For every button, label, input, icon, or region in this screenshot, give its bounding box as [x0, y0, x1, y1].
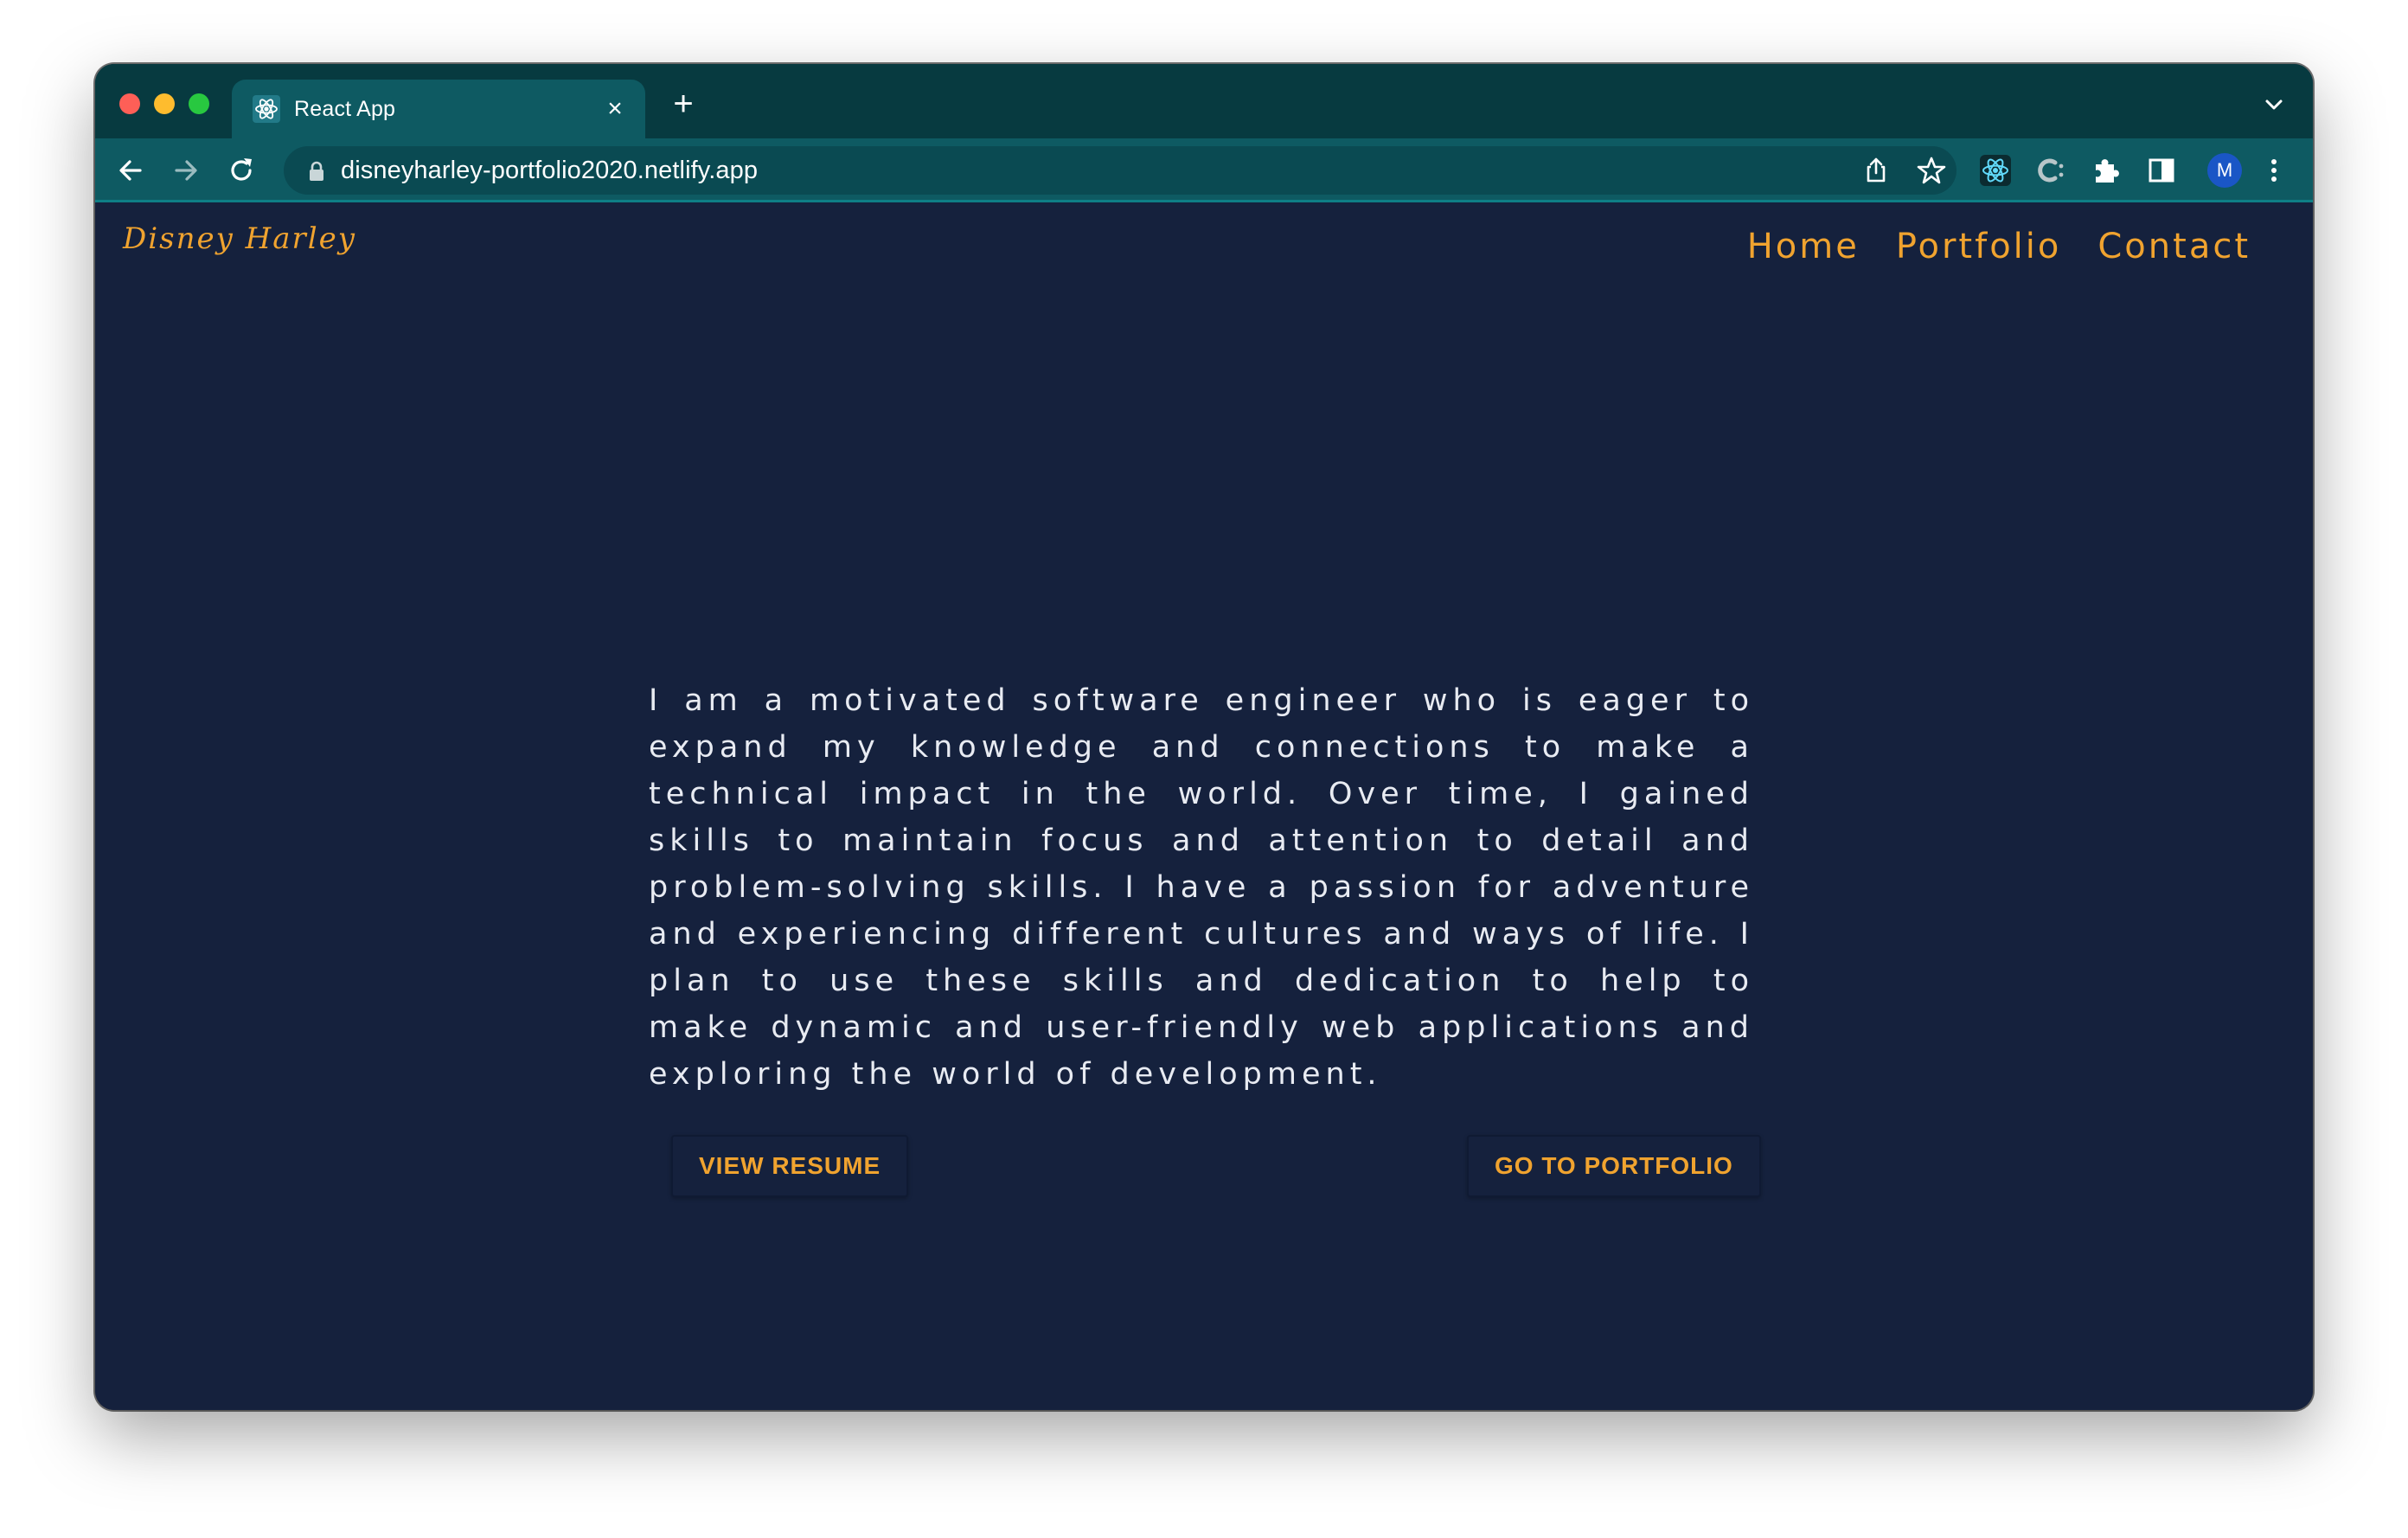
new-tab-icon[interactable]: + — [666, 87, 701, 121]
nav-portfolio-link[interactable]: Portfolio — [1896, 227, 2062, 266]
share-icon[interactable] — [1860, 154, 1892, 187]
nav-contact-link[interactable]: Contact — [2097, 227, 2251, 266]
site-logo[interactable]: Disney Harley — [123, 221, 356, 256]
page-content: Disney Harley Home Portfolio Contact I a… — [95, 202, 2313, 1410]
close-window-button[interactable] — [119, 93, 140, 114]
puzzle-piece-icon[interactable] — [2090, 154, 2123, 187]
close-tab-icon[interactable]: × — [600, 94, 630, 124]
react-devtools-icon[interactable] — [1979, 154, 2012, 187]
tab-title: React App — [294, 97, 396, 121]
extension-c-icon[interactable] — [2034, 154, 2067, 187]
minimize-window-button[interactable] — [154, 93, 175, 114]
go-to-portfolio-button[interactable]: GO TO PORTFOLIO — [1467, 1135, 1761, 1197]
nav-home-link[interactable]: Home — [1747, 227, 1860, 266]
maximize-window-button[interactable] — [189, 93, 209, 114]
react-icon — [253, 95, 280, 123]
lock-icon[interactable] — [308, 161, 325, 182]
reload-icon[interactable] — [225, 154, 258, 187]
view-resume-button[interactable]: VIEW RESUME — [671, 1135, 909, 1197]
profile-avatar[interactable]: M — [2207, 153, 2242, 188]
side-panel-icon[interactable] — [2145, 154, 2178, 187]
back-arrow-icon[interactable] — [114, 154, 147, 187]
chevron-down-icon[interactable] — [2261, 92, 2287, 118]
browser-toolbar: disneyharley-portfolio2020.netlify.app M — [95, 138, 2313, 202]
site-nav: Home Portfolio Contact — [1747, 227, 2251, 266]
about-paragraph: I am a motivated software engineer who i… — [649, 683, 1754, 1092]
url-text[interactable]: disneyharley-portfolio2020.netlify.app — [341, 157, 758, 185]
bookmark-star-icon[interactable] — [1915, 154, 1948, 187]
browser-window: React App × + disneyharley-portfolio2020… — [95, 64, 2313, 1410]
address-bar[interactable]: disneyharley-portfolio2020.netlify.app — [284, 146, 1956, 195]
forward-arrow-icon[interactable] — [170, 154, 202, 187]
tab-strip: React App × + — [95, 64, 2313, 138]
browser-tab[interactable]: React App × — [232, 80, 645, 138]
kebab-menu-icon[interactable] — [2258, 154, 2290, 187]
